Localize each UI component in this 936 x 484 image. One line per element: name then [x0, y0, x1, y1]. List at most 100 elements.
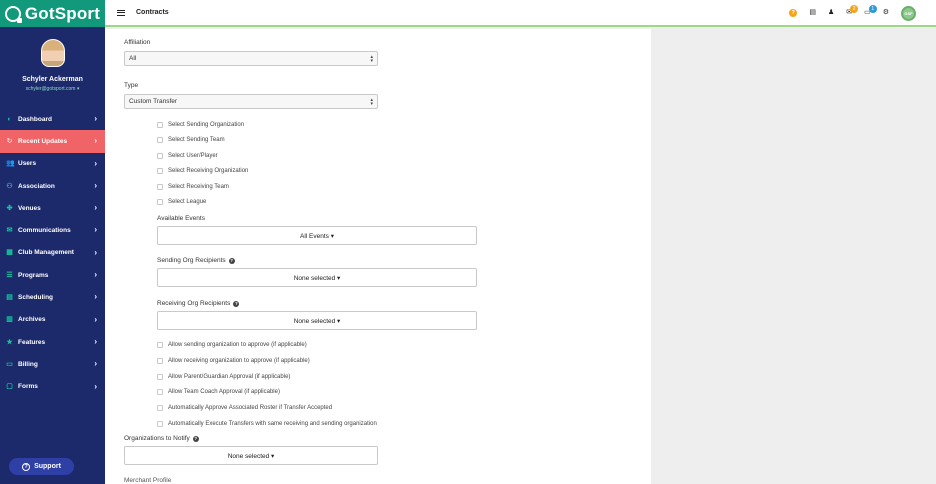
chevron-right-icon: ›: [94, 114, 97, 123]
checkbox[interactable]: [157, 122, 163, 128]
right-panel: [651, 29, 936, 484]
billing-icon: ▭: [6, 360, 13, 368]
receiving-recipients-dropdown[interactable]: None selected ▾: [157, 311, 477, 330]
chevron-right-icon: ›: [94, 247, 97, 257]
sidebar-item-label: Users: [18, 160, 37, 168]
checkbox[interactable]: [157, 421, 163, 427]
list-icon[interactable]: ▤: [809, 9, 816, 17]
envelope-icon[interactable]: ✉ 2: [846, 5, 859, 17]
programs-icon: ☰: [6, 271, 13, 279]
chat-icon[interactable]: ▭ 1: [864, 5, 877, 17]
chevron-right-icon: ›: [94, 180, 97, 190]
select-arrows-icon: ▴ ▾: [370, 54, 373, 64]
select-option-row: Select Sending Team: [157, 137, 225, 144]
question-icon: ?: [22, 462, 31, 471]
type-select[interactable]: Custom Transfer ▴ ▾: [124, 94, 378, 109]
sidebar-item-archives[interactable]: ▥ Archives ›: [0, 309, 105, 331]
help-icon[interactable]: ?: [789, 9, 798, 17]
support-button[interactable]: ? Support: [9, 458, 74, 475]
logo-text: GotSport: [24, 3, 101, 23]
users-icon: 👥: [6, 160, 15, 168]
hamburger-menu-icon[interactable]: [117, 9, 125, 16]
select-option-row: Select Receiving Organization: [157, 168, 249, 175]
merchant-profile-label: Merchant Profile: [124, 477, 172, 484]
checkbox[interactable]: [157, 389, 163, 396]
sidebar-item-label: Venues: [18, 204, 41, 212]
sidebar-item-association[interactable]: ⚇ Association ›: [0, 175, 105, 197]
sidebar-item-features[interactable]: ★ Features ›: [0, 331, 105, 353]
affiliation-value: All: [129, 55, 137, 62]
sitemap-icon: ⚇: [6, 182, 13, 190]
chevron-right-icon: ›: [94, 225, 97, 235]
user-avatar[interactable]: GSF: [901, 5, 916, 21]
checkbox-label: Allow receiving organization to approve …: [168, 357, 310, 364]
sidebar-item-label: Dashboard: [18, 115, 52, 123]
checkbox[interactable]: [157, 405, 163, 412]
sidebar-item-label: Communications: [18, 227, 71, 235]
sidebar-item-communications[interactable]: ✉ Communications ›: [0, 219, 105, 241]
checkbox[interactable]: [157, 342, 163, 348]
profile-email-menu[interactable]: schyler@gotsport.com ▾: [26, 86, 80, 92]
checkbox[interactable]: [157, 152, 163, 159]
checkbox-label: Allow sending organization to approve (i…: [168, 342, 307, 348]
notify-dropdown[interactable]: None selected ▾: [124, 446, 378, 465]
checkbox-label: Allow Team Coach Approval (if applicable…: [168, 389, 280, 396]
approval-option-row: Automatically Approve Associated Roster …: [157, 405, 332, 412]
checkbox[interactable]: [157, 357, 163, 364]
chevron-right-icon: ›: [94, 314, 97, 324]
sidebar-item-label: Scheduling: [18, 294, 54, 302]
question-circle-icon[interactable]: ?: [228, 257, 235, 264]
checkbox[interactable]: [157, 373, 163, 380]
bell-icon[interactable]: ♟: [828, 9, 834, 17]
sidebar-item-label: Club Management: [18, 249, 74, 257]
sidebar-item-programs[interactable]: ☰ Programs ›: [0, 264, 105, 286]
sidebar: GotSport Schyler Ackerman schyler@gotspo…: [0, 0, 105, 484]
sending-recipients-label: Sending Org Recipients ?: [157, 257, 235, 264]
sidebar-item-label: Archives: [18, 316, 46, 324]
sidebar-item-forms[interactable]: ▢ Forms ›: [0, 376, 105, 398]
checkbox-label: Select User/Player: [168, 152, 218, 159]
gotsport-logo-icon: [4, 5, 22, 23]
chevron-right-icon: ›: [94, 136, 97, 146]
avatar[interactable]: [40, 39, 65, 67]
notifications-badge: 2: [850, 5, 859, 13]
topbar-icons: ? ▤ ♟ ✉ 2 ▭ 1 ⚙ GSF: [789, 5, 916, 21]
venues-icon: ✤: [6, 204, 13, 212]
receiving-recipients-label: Receiving Org Recipients ?: [157, 300, 240, 307]
checkbox[interactable]: [157, 168, 163, 175]
checkbox-label: Select League: [168, 199, 207, 205]
available-events-dropdown[interactable]: All Events ▾: [157, 226, 477, 245]
approval-option-row: Allow Team Coach Approval (if applicable…: [157, 389, 280, 396]
sidebar-item-venues[interactable]: ✤ Venues ›: [0, 197, 105, 219]
chevron-right-icon: ›: [94, 203, 97, 213]
affiliation-label: Affiliation: [124, 39, 151, 46]
checkbox[interactable]: [157, 183, 163, 190]
question-circle-icon[interactable]: ?: [233, 300, 240, 307]
club-icon: ▦: [6, 249, 13, 257]
sidebar-item-scheduling[interactable]: ▤ Scheduling ›: [0, 286, 105, 308]
affiliation-select[interactable]: All ▴ ▾: [124, 51, 378, 66]
checkbox[interactable]: [157, 199, 163, 205]
sending-recipients-label-text: Sending Org Recipients: [157, 257, 226, 264]
sidebar-item-club-management[interactable]: ▦ Club Management ›: [0, 242, 105, 264]
available-events-label-text: Available Events: [157, 215, 205, 222]
checkbox-label: Select Receiving Organization: [168, 168, 249, 175]
gear-icon[interactable]: ⚙: [883, 9, 889, 17]
sidebar-item-recent-updates[interactable]: ↻ Recent Updates ›: [0, 130, 105, 153]
dashboard-icon: ◐: [7, 115, 12, 123]
support-label: Support: [34, 463, 61, 470]
select-option-row: Select Receiving Team: [157, 183, 229, 190]
sidebar-item-billing[interactable]: ▭ Billing ›: [0, 353, 105, 375]
sidebar-item-label: Programs: [18, 271, 49, 279]
profile-name: Schyler Ackerman: [22, 76, 83, 83]
question-circle-icon[interactable]: ?: [192, 435, 199, 442]
checkbox[interactable]: [157, 137, 163, 144]
chevron-right-icon: ›: [94, 336, 97, 346]
sending-recipients-dropdown[interactable]: None selected ▾: [157, 268, 477, 287]
type-label: Type: [124, 82, 139, 89]
topbar: Contracts ? ▤ ♟ ✉ 2 ▭ 1 ⚙ GSF: [105, 0, 936, 27]
sidebar-item-users[interactable]: 👥 Users ›: [0, 153, 105, 175]
sidebar-item-dashboard[interactable]: ◐ Dashboard ›: [0, 108, 105, 130]
type-value: Custom Transfer: [129, 98, 178, 105]
logo[interactable]: GotSport: [0, 0, 105, 27]
